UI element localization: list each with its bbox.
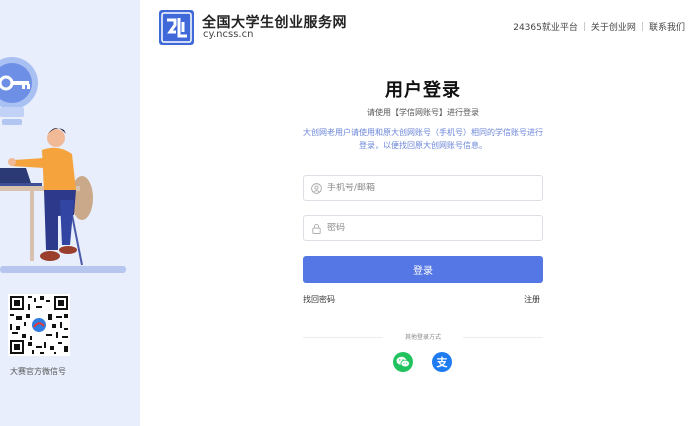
wechat-login-button[interactable] [393, 352, 413, 372]
user-icon [311, 182, 322, 194]
login-page: 大赛官方微信号 全国大学生创业服务网 cy.ncss.cn 24365就业平台 … [0, 0, 693, 426]
phone-email-input[interactable] [327, 183, 527, 193]
link-about[interactable]: 关于创业网 [591, 20, 636, 33]
alipay-login-button[interactable]: 支 [432, 352, 452, 372]
alipay-icon: 支 [436, 356, 448, 369]
nav-separator: | [582, 21, 586, 32]
illustration-panel: 大赛官方微信号 [0, 0, 140, 426]
phone-email-field[interactable] [303, 175, 543, 201]
link-24365-platform[interactable]: 24365就业平台 [513, 20, 578, 33]
illustration-image [0, 57, 126, 273]
forgot-password-link[interactable]: 找回密码 [303, 294, 335, 305]
link-contact[interactable]: 联系我们 [649, 20, 685, 33]
wechat-qr-code [8, 294, 70, 356]
page-title: 用户登录 [385, 80, 461, 101]
login-hint: 请使用【学信网账号】进行登录 [367, 108, 479, 117]
login-notice: 大创网老用户请使用和原大创网账号（手机号）相同的学信账号进行登录，以便找回原大创… [303, 128, 543, 150]
top-nav-links: 24365就业平台 | 关于创业网 | 联系我们 [513, 20, 685, 34]
login-button[interactable]: 登录 [303, 256, 543, 283]
brand-domain: cy.ncss.cn [203, 29, 254, 40]
qr-caption: 大赛官方微信号 [10, 367, 66, 376]
register-link[interactable]: 注册 [524, 294, 540, 305]
wechat-icon [396, 356, 410, 368]
other-login-methods-label: 其他登录方式 [383, 332, 463, 341]
nav-separator: | [640, 21, 644, 32]
lock-icon [312, 223, 321, 234]
password-input[interactable] [327, 223, 527, 233]
password-field[interactable] [303, 215, 543, 241]
brand-logo[interactable] [159, 10, 194, 45]
